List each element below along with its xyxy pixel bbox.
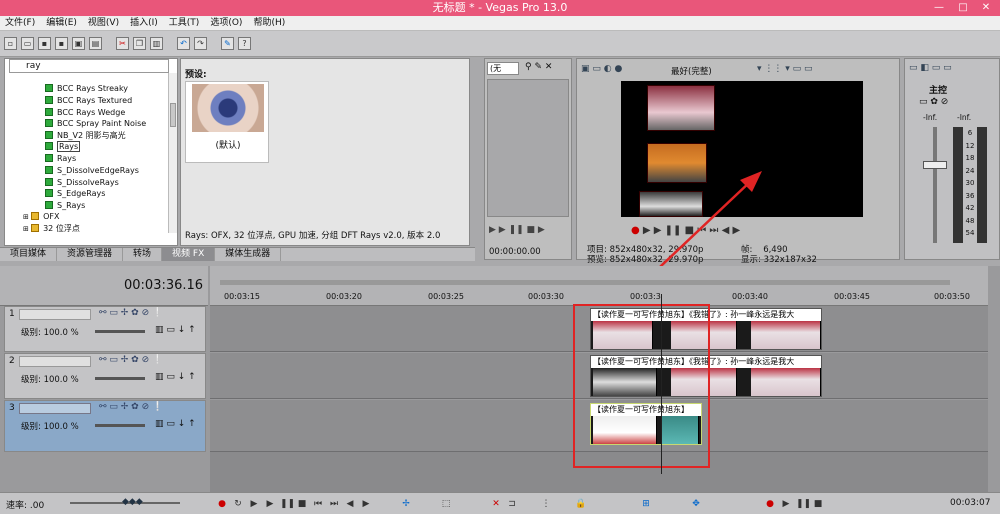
level-slider[interactable] [95,330,145,333]
track-mode-icons[interactable]: ▥ ▭ ↓ ↑ [155,325,196,335]
track-mode-icons[interactable]: ▥ ▭ ↓ ↑ [155,419,196,429]
track-level: 级别: 100.0 % [21,328,79,338]
loop-region-bar[interactable] [220,280,950,285]
timeline-panel: 00:03:36.16 00:03:15 00:03:20 00:03:25 0… [0,266,1000,492]
auto-ripple-icon[interactable]: ✥ [690,498,702,510]
lock-icon[interactable]: 🔒 [575,498,587,510]
track-name-field[interactable] [19,309,91,320]
envelope-tool-icon[interactable]: ⬚ [440,498,452,510]
snap-icon[interactable]: ⊞ [640,498,652,510]
level-slider[interactable] [95,377,145,380]
pause-icon[interactable]: ❚❚ [280,498,295,510]
track-name-field[interactable] [19,403,91,414]
master-bus-mixer: ▭ ◧ ▭ ▭ 主控 ▭ ✿ ⊘ -Inf. -Inf. 6 12 18 24 30 36… [904,58,1000,260]
track-header-2[interactable]: 2 ⚯ ▭ ✢ ✿ ⊘ ❕ 级别: 100.0 % ▥ ▭ ↓ ↑ [4,353,206,399]
peak-value-right: -Inf. [957,113,972,122]
record-icon-right[interactable]: ● [764,498,776,510]
track-fx-icons[interactable]: ⚯ ▭ ✢ ✿ ⊘ ❕ [99,402,163,412]
track-header-3[interactable]: 3 ⚯ ▭ ✢ ✿ ⊘ ❕ 级别: 100.0 % ▥ ▭ ↓ ↑ [4,400,206,452]
trim-icon[interactable]: ⊐ [506,498,518,510]
go-to-end-icon[interactable]: ⏭ [328,498,340,510]
clip-frame [751,321,821,349]
clip-frame [751,368,821,396]
go-to-start-icon[interactable]: ⏮ [312,498,324,510]
track-number: 3 [9,403,15,413]
stop-icon[interactable]: ■ [296,498,308,510]
timeline-timecode: 00:03:36.16 [124,278,204,293]
master-fader-handle[interactable] [923,161,947,169]
track-number: 1 [9,309,15,319]
annotation-highlight-box [573,304,710,468]
loop-icon[interactable]: ↻ [232,498,244,510]
meter-right [977,127,987,243]
master-title: 主控 [929,86,948,96]
play-from-start-icon[interactable]: ▶ [248,498,260,510]
track-fx-icons[interactable]: ⚯ ▭ ✢ ✿ ⊘ ❕ [99,308,163,318]
track-fx-icons[interactable]: ⚯ ▭ ✢ ✿ ⊘ ❕ [99,355,163,365]
play-icon-right[interactable]: ▶ [780,498,792,510]
timeline-header: 00:03:36.16 [0,266,208,306]
stop-icon-right[interactable]: ■ [812,498,824,510]
rate-slider-handle-icon[interactable]: ◆◆◆ [122,497,143,507]
meter-left [953,127,963,243]
play-icon[interactable]: ▶ [264,498,276,510]
master-fader-track[interactable] [933,127,937,243]
playhead-cursor[interactable] [661,294,662,474]
track-number: 2 [9,356,15,366]
meter-scale: 6 12 18 24 30 36 42 48 54 [965,129,975,237]
next-frame-icon[interactable]: ▶ [360,498,372,510]
prev-frame-icon[interactable]: ◀ [344,498,356,510]
delete-icon[interactable]: ✕ [490,498,502,510]
transport-bar: 速率: .00 ◆◆◆ ● ↻ ▶ ▶ ❚❚ ■ ⏮ ⏭ ◀ ▶ ✢ ⬚ ✕ ⊐… [0,492,1000,514]
track-mode-icons[interactable]: ▥ ▭ ↓ ↑ [155,372,196,382]
mixer-toolbar-icons[interactable]: ▭ ◧ ▭ ▭ [909,63,952,73]
normal-edit-tool-icon[interactable]: ✢ [400,498,412,510]
split-icon[interactable]: ⋮ [540,498,552,510]
end-time: 00:03:07 [950,498,991,508]
track-level: 级别: 100.0 % [21,422,79,432]
track-name-field[interactable] [19,356,91,367]
time-ruler[interactable]: 00:03:15 00:03:20 00:03:25 00:03:30 00:0… [210,266,988,306]
pause-icon-right[interactable]: ❚❚ [796,498,811,510]
track-header-1[interactable]: 1 ⚯ ▭ ✢ ✿ ⊘ ❕ 级别: 100.0 % ▥ ▭ ↓ ↑ [4,306,206,352]
track-level: 级别: 100.0 % [21,375,79,385]
peak-value-left: -Inf. [923,113,938,122]
playback-rate: 速率: .00 [6,501,45,511]
record-icon[interactable]: ● [216,498,228,510]
master-fx-icons[interactable]: ▭ ✿ ⊘ [919,97,948,107]
level-slider[interactable] [95,424,145,427]
